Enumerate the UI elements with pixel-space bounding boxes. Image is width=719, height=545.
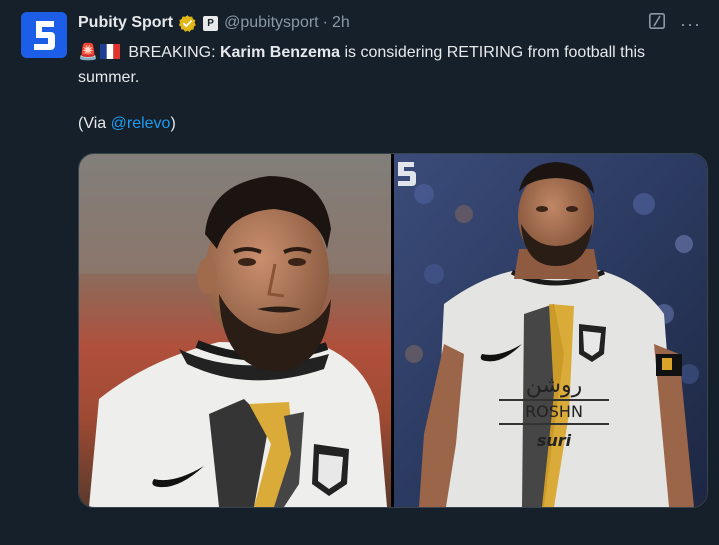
via-prefix: (Via [78,115,107,132]
author-handle[interactable]: @pubitysport [224,14,319,32]
grok-icon[interactable] [648,12,666,35]
mention-link[interactable]: @relevo [111,115,171,132]
breaking-label: BREAKING: [128,44,216,61]
timestamp[interactable]: 2h [332,14,350,32]
jersey-sponsor-text: ROSHN [525,402,583,421]
photo-left[interactable] [79,154,391,507]
tweet[interactable]: Pubity Sport P @pubitysport · 2h ··· 🚨 B… [0,0,719,545]
tweet-actions: ··· [648,12,701,35]
media-grid: روشن ROSHN suri [78,153,708,508]
affiliate-badge[interactable]: P [203,15,219,31]
alert-emoji: 🚨 [78,44,98,61]
more-options-icon[interactable]: ··· [680,15,701,33]
jersey-arabic-text: روشن [526,373,582,398]
tweet-text: 🚨 BREAKING: Karim Benzema is considering… [78,41,698,135]
tweet-header: Pubity Sport P @pubitysport · 2h [78,12,350,34]
via-suffix: ) [170,115,176,132]
photo-right[interactable]: روشن ROSHN suri [394,154,707,507]
pubity-logo-icon [21,12,67,58]
author-name[interactable]: Pubity Sport [78,14,173,32]
subject-name: Karim Benzema [219,44,341,61]
jersey-sleeve-text: suri [537,431,572,450]
france-flag-icon [98,43,124,66]
separator: · [322,14,328,31]
gold-verified-badge-icon[interactable] [178,14,197,33]
avatar[interactable] [21,12,67,58]
